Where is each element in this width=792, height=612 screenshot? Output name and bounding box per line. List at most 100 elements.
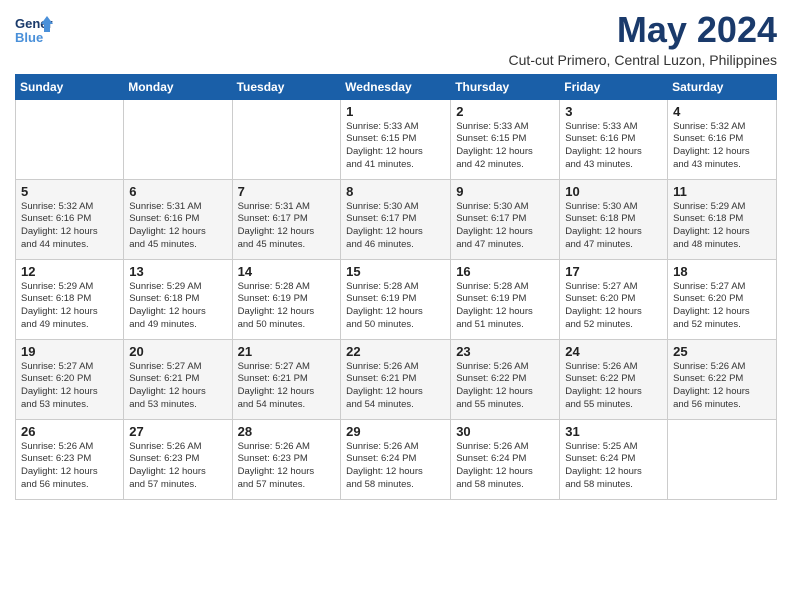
day-number-19: 19: [21, 344, 118, 359]
day-info-1-0: Sunrise: 5:32 AMSunset: 6:16 PMDaylight:…: [21, 201, 118, 252]
day-number-27: 27: [129, 424, 226, 439]
month-title: May 2024: [509, 10, 777, 50]
day-info-2-6: Sunrise: 5:27 AMSunset: 6:20 PMDaylight:…: [673, 281, 771, 332]
day-number-20: 20: [129, 344, 226, 359]
calendar-header-row: Sunday Monday Tuesday Wednesday Thursday…: [16, 74, 777, 99]
calendar: Sunday Monday Tuesday Wednesday Thursday…: [15, 74, 777, 500]
day-info-3-4: Sunrise: 5:26 AMSunset: 6:22 PMDaylight:…: [456, 361, 554, 412]
day-info-3-0: Sunrise: 5:27 AMSunset: 6:20 PMDaylight:…: [21, 361, 118, 412]
day-number-14: 14: [238, 264, 336, 279]
day-number-1: 1: [346, 104, 445, 119]
calendar-cell-2-6: 18Sunrise: 5:27 AMSunset: 6:20 PMDayligh…: [668, 259, 777, 339]
day-info-0-4: Sunrise: 5:33 AMSunset: 6:15 PMDaylight:…: [456, 121, 554, 172]
day-number-2: 2: [456, 104, 554, 119]
calendar-cell-1-4: 9Sunrise: 5:30 AMSunset: 6:17 PMDaylight…: [451, 179, 560, 259]
day-number-8: 8: [346, 184, 445, 199]
calendar-cell-1-2: 7Sunrise: 5:31 AMSunset: 6:17 PMDaylight…: [232, 179, 341, 259]
day-number-17: 17: [565, 264, 662, 279]
calendar-cell-4-3: 29 Sunrise: 5:26 AMSunset: 6:24 PMDayligh…: [341, 419, 451, 499]
calendar-cell-4-2: 28Sunrise: 5:26 AMSunset: 6:23 PMDayligh…: [232, 419, 341, 499]
calendar-cell-3-6: 25 Sunrise: 5:26 AMSunset: 6:22 PMDayligh…: [668, 339, 777, 419]
calendar-cell-2-0: 12Sunrise: 5:29 AMSunset: 6:18 PMDayligh…: [16, 259, 124, 339]
calendar-cell-2-4: 16 Sunrise: 5:28 AMSunset: 6:19 PMDayligh…: [451, 259, 560, 339]
day-info-1-6: Sunrise: 5:29 AMSunset: 6:18 PMDaylight:…: [673, 201, 771, 252]
day-number-29: 29: [346, 424, 445, 439]
calendar-cell-4-6: [668, 419, 777, 499]
subtitle: Cut-cut Primero, Central Luzon, Philippi…: [509, 52, 777, 68]
day-info-3-1: Sunrise: 5:27 AMSunset: 6:21 PMDaylight:…: [129, 361, 226, 412]
header-sunday: Sunday: [16, 74, 124, 99]
header-wednesday: Wednesday: [341, 74, 451, 99]
day-number-12: 12: [21, 264, 118, 279]
calendar-cell-1-0: 5 Sunrise: 5:32 AMSunset: 6:16 PMDaylight…: [16, 179, 124, 259]
calendar-cell-0-6: 4Sunrise: 5:32 AMSunset: 6:16 PMDaylight…: [668, 99, 777, 179]
day-info-0-3: Sunrise: 5:33 AMSunset: 6:15 PMDaylight:…: [346, 121, 445, 172]
header: General Blue May 2024 Cut-cut Primero, C…: [15, 10, 777, 68]
day-number-11: 11: [673, 184, 771, 199]
calendar-cell-0-3: 1 Sunrise: 5:33 AMSunset: 6:15 PMDaylight…: [341, 99, 451, 179]
calendar-cell-4-1: 27 Sunrise: 5:26 AMSunset: 6:23 PMDayligh…: [124, 419, 232, 499]
day-info-1-4: Sunrise: 5:30 AMSunset: 6:17 PMDaylight:…: [456, 201, 554, 252]
calendar-cell-1-5: 10Sunrise: 5:30 AMSunset: 6:18 PMDayligh…: [560, 179, 668, 259]
calendar-cell-3-3: 22Sunrise: 5:26 AMSunset: 6:21 PMDayligh…: [341, 339, 451, 419]
calendar-cell-0-2: [232, 99, 341, 179]
day-number-23: 23: [456, 344, 554, 359]
day-info-3-5: Sunrise: 5:26 AMSunset: 6:22 PMDaylight:…: [565, 361, 662, 412]
day-number-21: 21: [238, 344, 336, 359]
day-info-4-4: Sunrise: 5:26 AMSunset: 6:24 PMDaylight:…: [456, 441, 554, 492]
day-number-26: 26: [21, 424, 118, 439]
day-info-4-3: Sunrise: 5:26 AMSunset: 6:24 PMDaylight:…: [346, 441, 445, 492]
day-info-3-3: Sunrise: 5:26 AMSunset: 6:21 PMDaylight:…: [346, 361, 445, 412]
day-info-2-4: Sunrise: 5:28 AMSunset: 6:19 PMDaylight:…: [456, 281, 554, 332]
calendar-cell-1-3: 8Sunrise: 5:30 AMSunset: 6:17 PMDaylight…: [341, 179, 451, 259]
week-row-1: 5 Sunrise: 5:32 AMSunset: 6:16 PMDaylight…: [16, 179, 777, 259]
header-tuesday: Tuesday: [232, 74, 341, 99]
day-number-5: 5: [21, 184, 118, 199]
logo-svg: General Blue: [15, 14, 53, 50]
calendar-cell-0-1: [124, 99, 232, 179]
day-info-4-1: Sunrise: 5:26 AMSunset: 6:23 PMDaylight:…: [129, 441, 226, 492]
day-number-10: 10: [565, 184, 662, 199]
day-info-0-6: Sunrise: 5:32 AMSunset: 6:16 PMDaylight:…: [673, 121, 771, 172]
week-row-2: 12 Sunrise: 5:29 AMSunset: 6:18 PMDayligh…: [16, 259, 777, 339]
day-number-13: 13: [129, 264, 226, 279]
day-info-2-3: Sunrise: 5:28 AMSunset: 6:19 PMDaylight:…: [346, 281, 445, 332]
day-info-3-6: Sunrise: 5:26 AMSunset: 6:22 PMDaylight:…: [673, 361, 771, 412]
day-info-2-5: Sunrise: 5:27 AMSunset: 6:20 PMDaylight:…: [565, 281, 662, 332]
day-number-30: 30: [456, 424, 554, 439]
day-number-15: 15: [346, 264, 445, 279]
header-monday: Monday: [124, 74, 232, 99]
calendar-cell-3-4: 23 Sunrise: 5:26 AMSunset: 6:22 PMDayligh…: [451, 339, 560, 419]
calendar-cell-1-1: 6Sunrise: 5:31 AMSunset: 6:16 PMDaylight…: [124, 179, 232, 259]
day-info-4-0: Sunrise: 5:26 AMSunset: 6:23 PMDaylight:…: [21, 441, 118, 492]
calendar-cell-3-0: 19 Sunrise: 5:27 AMSunset: 6:20 PMDayligh…: [16, 339, 124, 419]
calendar-cell-2-5: 17 Sunrise: 5:27 AMSunset: 6:20 PMDayligh…: [560, 259, 668, 339]
calendar-cell-0-4: 2 Sunrise: 5:33 AMSunset: 6:15 PMDaylight…: [451, 99, 560, 179]
calendar-cell-2-2: 14 Sunrise: 5:28 AMSunset: 6:19 PMDayligh…: [232, 259, 341, 339]
day-number-6: 6: [129, 184, 226, 199]
day-number-3: 3: [565, 104, 662, 119]
header-saturday: Saturday: [668, 74, 777, 99]
title-section: May 2024 Cut-cut Primero, Central Luzon,…: [509, 10, 777, 68]
calendar-cell-3-5: 24Sunrise: 5:26 AMSunset: 6:22 PMDayligh…: [560, 339, 668, 419]
day-info-2-1: Sunrise: 5:29 AMSunset: 6:18 PMDaylight:…: [129, 281, 226, 332]
day-number-25: 25: [673, 344, 771, 359]
day-info-0-5: Sunrise: 5:33 AMSunset: 6:16 PMDaylight:…: [565, 121, 662, 172]
calendar-cell-1-6: 11 Sunrise: 5:29 AMSunset: 6:18 PMDayligh…: [668, 179, 777, 259]
day-number-31: 31: [565, 424, 662, 439]
day-number-28: 28: [238, 424, 336, 439]
day-info-3-2: Sunrise: 5:27 AMSunset: 6:21 PMDaylight:…: [238, 361, 336, 412]
calendar-cell-2-3: 15 Sunrise: 5:28 AMSunset: 6:19 PMDayligh…: [341, 259, 451, 339]
calendar-cell-3-1: 20 Sunrise: 5:27 AMSunset: 6:21 PMDayligh…: [124, 339, 232, 419]
calendar-cell-4-0: 26 Sunrise: 5:26 AMSunset: 6:23 PMDayligh…: [16, 419, 124, 499]
day-info-4-5: Sunrise: 5:25 AMSunset: 6:24 PMDaylight:…: [565, 441, 662, 492]
week-row-0: 1 Sunrise: 5:33 AMSunset: 6:15 PMDaylight…: [16, 99, 777, 179]
calendar-cell-3-2: 21 Sunrise: 5:27 AMSunset: 6:21 PMDayligh…: [232, 339, 341, 419]
svg-text:Blue: Blue: [15, 30, 43, 45]
week-row-4: 26 Sunrise: 5:26 AMSunset: 6:23 PMDayligh…: [16, 419, 777, 499]
header-thursday: Thursday: [451, 74, 560, 99]
day-info-2-2: Sunrise: 5:28 AMSunset: 6:19 PMDaylight:…: [238, 281, 336, 332]
day-number-16: 16: [456, 264, 554, 279]
header-friday: Friday: [560, 74, 668, 99]
calendar-cell-4-5: 31 Sunrise: 5:25 AMSunset: 6:24 PMDayligh…: [560, 419, 668, 499]
